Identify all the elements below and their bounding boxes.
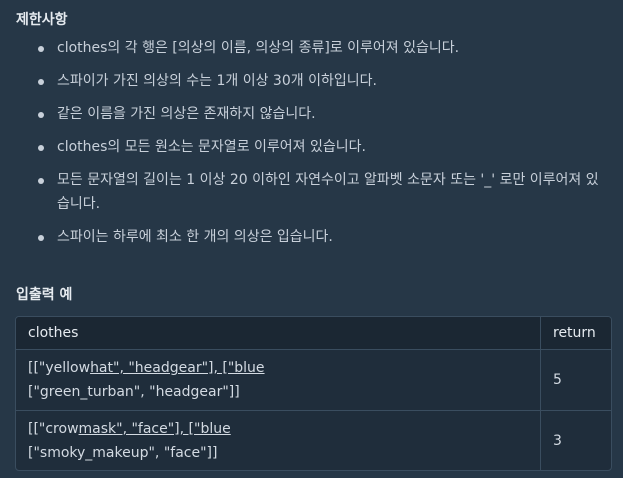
constraint-item: 스파이는 하루에 최소 한 개의 의상은 입습니다. — [0, 225, 623, 249]
column-header-return: return — [540, 317, 611, 350]
examples-table: clothes return [["yellowhat", "headgear"… — [15, 316, 612, 471]
clothes-text: ["green_turban", "headgear"]] — [28, 384, 240, 400]
constraint-text: 모든 문자열의 길이는 1 이상 20 이하인 자연수이고 알파벳 소문자 또는… — [57, 172, 599, 212]
table-row: [["crowmask", "face"], ["blue ["smoky_ma… — [16, 410, 611, 471]
clothes-text: [["crow — [28, 421, 79, 437]
bullet-icon — [38, 46, 44, 52]
bullet-icon — [38, 79, 44, 85]
table-row: [["yellowhat", "headgear"], ["blue ["gre… — [16, 349, 611, 411]
constraint-text: 같은 이름을 가진 의상은 존재하지 않습니다. — [57, 106, 316, 122]
constraint-text: clothes의 모든 원소는 문자열로 이루어져 있습니다. — [57, 139, 366, 155]
constraint-text: clothes의 각 행은 [의상의 이름, 의상의 종류]로 이루어져 있습니… — [57, 40, 460, 56]
clothes-text: [["yellow — [28, 360, 91, 376]
bullet-icon — [38, 112, 44, 118]
constraint-item: 모든 문자열의 길이는 1 이상 20 이하인 자연수이고 알파벳 소문자 또는… — [0, 168, 623, 216]
clothes-cell: [["crowmask", "face"], ["blue ["smoky_ma… — [16, 411, 541, 471]
clothes-text: hat", "headgear"], ["blue — [90, 360, 265, 376]
constraint-text: 스파이는 하루에 최소 한 개의 의상은 입습니다. — [57, 229, 333, 245]
clothes-text: mask", "face"], ["blue — [78, 421, 231, 437]
constraints-list: clothes의 각 행은 [의상의 이름, 의상의 종류]로 이루어져 있습니… — [0, 36, 623, 258]
constraint-item: clothes의 각 행은 [의상의 이름, 의상의 종류]로 이루어져 있습니… — [0, 36, 623, 60]
constraint-item: clothes의 모든 원소는 문자열로 이루어져 있습니다. — [0, 135, 623, 159]
examples-heading: 입출력 예 — [16, 287, 73, 303]
bullet-icon — [38, 235, 44, 241]
bullet-icon — [38, 145, 44, 151]
clothes-cell: [["yellowhat", "headgear"], ["blue ["gre… — [16, 349, 541, 411]
column-header-clothes: clothes — [16, 317, 541, 350]
clothes-text: ["smoky_makeup", "face"]] — [28, 445, 218, 461]
return-cell: 5 — [540, 349, 611, 411]
return-cell: 3 — [540, 410, 611, 470]
constraint-item: 같은 이름을 가진 의상은 존재하지 않습니다. — [0, 102, 623, 126]
bullet-icon — [38, 178, 44, 184]
constraints-heading: 제한사항 — [16, 12, 68, 28]
constraint-item: 스파이가 가진 의상의 수는 1개 이상 30개 이하입니다. — [0, 69, 623, 93]
constraint-text: 스파이가 가진 의상의 수는 1개 이상 30개 이하입니다. — [57, 73, 377, 89]
table-header-row: clothes return — [16, 317, 611, 350]
